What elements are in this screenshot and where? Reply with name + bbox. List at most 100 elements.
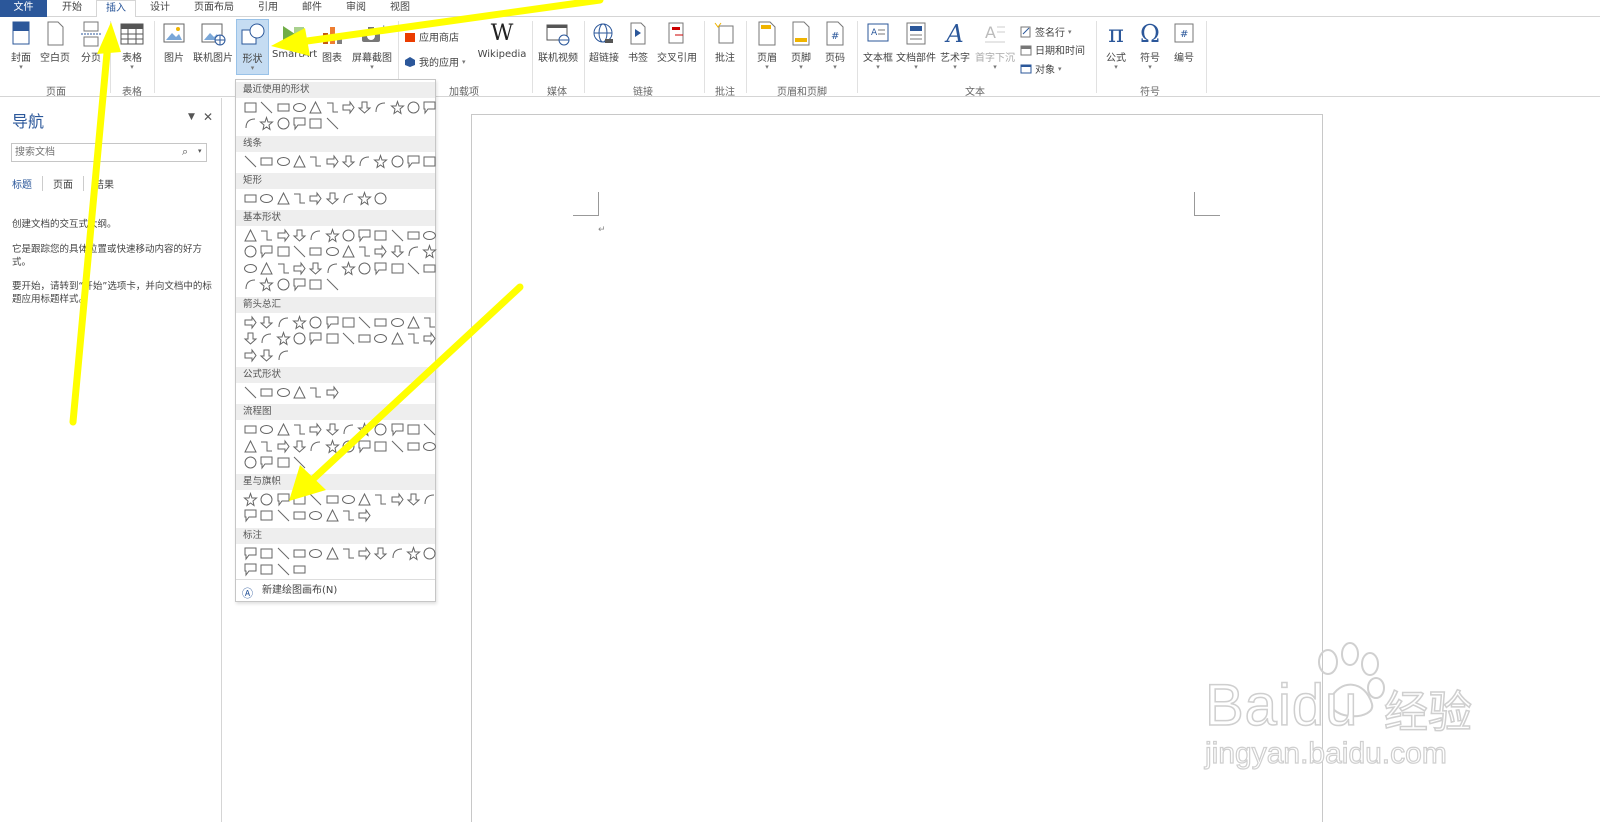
shape-thumbnail[interactable]: [341, 508, 356, 523]
footer-button[interactable]: 页脚 ▾: [786, 21, 816, 71]
shape-thumbnail[interactable]: [325, 385, 340, 400]
shape-thumbnail[interactable]: [243, 455, 258, 470]
page-break-button[interactable]: 分页: [76, 21, 106, 64]
shape-thumbnail[interactable]: [406, 331, 421, 346]
shape-thumbnail[interactable]: [276, 191, 291, 206]
shape-thumbnail[interactable]: [357, 261, 372, 276]
shape-thumbnail[interactable]: [406, 315, 421, 330]
shape-thumbnail[interactable]: [276, 261, 291, 276]
shape-thumbnail[interactable]: [341, 331, 356, 346]
shape-thumbnail[interactable]: [308, 100, 323, 115]
cross-reference-button[interactable]: 交叉引用: [654, 21, 700, 64]
tab-mailings[interactable]: 邮件: [292, 0, 332, 17]
shape-thumbnail[interactable]: [259, 191, 274, 206]
shape-thumbnail[interactable]: [259, 315, 274, 330]
shape-thumbnail[interactable]: [325, 261, 340, 276]
shape-thumbnail[interactable]: [341, 228, 356, 243]
shape-thumbnail[interactable]: [325, 546, 340, 561]
shape-thumbnail[interactable]: [325, 116, 340, 131]
nav-tab-headings[interactable]: 标题: [12, 176, 43, 191]
shape-thumbnail[interactable]: [406, 546, 421, 561]
shape-thumbnail[interactable]: [259, 385, 274, 400]
shape-thumbnail[interactable]: [422, 492, 437, 507]
shape-thumbnail[interactable]: [243, 331, 258, 346]
shape-thumbnail[interactable]: [308, 422, 323, 437]
shape-thumbnail[interactable]: [292, 492, 307, 507]
shape-thumbnail[interactable]: [390, 492, 405, 507]
table-button[interactable]: 表格 ▾: [116, 21, 148, 71]
shape-thumbnail[interactable]: [357, 154, 372, 169]
equation-button[interactable]: π 公式 ▾: [1100, 21, 1132, 71]
shape-thumbnail[interactable]: [373, 422, 388, 437]
dropcap-button[interactable]: A 首字下沉 ▾: [974, 21, 1016, 71]
shape-thumbnail[interactable]: [422, 439, 437, 454]
shape-thumbnail[interactable]: [357, 244, 372, 259]
shape-thumbnail[interactable]: [357, 492, 372, 507]
shape-thumbnail[interactable]: [373, 191, 388, 206]
search-dropdown-icon[interactable]: ▾: [198, 147, 202, 155]
pictures-button[interactable]: 图片: [160, 21, 188, 64]
shape-thumbnail[interactable]: [292, 562, 307, 577]
shape-thumbnail[interactable]: [243, 508, 258, 523]
shape-thumbnail[interactable]: [308, 261, 323, 276]
shape-thumbnail[interactable]: [308, 228, 323, 243]
shape-thumbnail[interactable]: [341, 492, 356, 507]
shape-thumbnail[interactable]: [243, 277, 258, 292]
shape-thumbnail[interactable]: [292, 100, 307, 115]
shape-thumbnail[interactable]: [243, 191, 258, 206]
new-drawing-canvas-item[interactable]: Ⓐ 新建绘图画布(N): [236, 579, 435, 601]
bookmark-button[interactable]: 书签: [624, 21, 652, 64]
nav-tab-pages[interactable]: 页面: [53, 176, 84, 191]
shape-thumbnail[interactable]: [406, 100, 421, 115]
shape-thumbnail[interactable]: [390, 315, 405, 330]
shape-thumbnail[interactable]: [308, 508, 323, 523]
shape-thumbnail[interactable]: [325, 277, 340, 292]
shape-thumbnail[interactable]: [406, 154, 421, 169]
tab-file[interactable]: 文件: [0, 0, 47, 17]
shape-thumbnail[interactable]: [325, 154, 340, 169]
shape-thumbnail[interactable]: [292, 116, 307, 131]
shape-thumbnail[interactable]: [406, 244, 421, 259]
tab-layout[interactable]: 页面布局: [186, 0, 242, 17]
wikipedia-button[interactable]: W Wikipedia: [476, 21, 528, 60]
shape-thumbnail[interactable]: [276, 385, 291, 400]
tab-insert[interactable]: 插入: [96, 0, 136, 18]
cover-page-button[interactable]: 封面 ▾: [6, 21, 36, 71]
shape-thumbnail[interactable]: [373, 244, 388, 259]
shape-thumbnail[interactable]: [259, 261, 274, 276]
shape-thumbnail[interactable]: [325, 422, 340, 437]
shape-thumbnail[interactable]: [308, 385, 323, 400]
shape-thumbnail[interactable]: [308, 116, 323, 131]
shape-thumbnail[interactable]: [325, 100, 340, 115]
shape-thumbnail[interactable]: [341, 315, 356, 330]
shape-thumbnail[interactable]: [276, 244, 291, 259]
shape-thumbnail[interactable]: [259, 100, 274, 115]
shape-thumbnail[interactable]: [357, 228, 372, 243]
online-pictures-button[interactable]: 联机图片: [192, 21, 234, 64]
shape-thumbnail[interactable]: [390, 261, 405, 276]
shape-thumbnail[interactable]: [292, 455, 307, 470]
shape-thumbnail[interactable]: [292, 154, 307, 169]
shape-thumbnail[interactable]: [341, 191, 356, 206]
shape-thumbnail[interactable]: [259, 348, 274, 363]
wordart-button[interactable]: A 艺术字 ▾: [938, 21, 972, 71]
tab-review[interactable]: 审阅: [336, 0, 376, 17]
shape-thumbnail[interactable]: [243, 100, 258, 115]
shape-thumbnail[interactable]: [292, 277, 307, 292]
shape-thumbnail[interactable]: [308, 331, 323, 346]
shape-thumbnail[interactable]: [357, 191, 372, 206]
shape-thumbnail[interactable]: [243, 422, 258, 437]
shape-thumbnail[interactable]: [243, 562, 258, 577]
shape-thumbnail[interactable]: [390, 244, 405, 259]
shape-thumbnail[interactable]: [422, 422, 437, 437]
shape-thumbnail[interactable]: [259, 154, 274, 169]
shape-thumbnail[interactable]: [422, 244, 438, 259]
shape-thumbnail[interactable]: [406, 228, 421, 243]
shape-thumbnail[interactable]: [406, 439, 421, 454]
shape-thumbnail[interactable]: [390, 546, 405, 561]
shape-thumbnail[interactable]: [276, 439, 291, 454]
shape-thumbnail[interactable]: [308, 244, 323, 259]
nav-close-icon[interactable]: ✕: [203, 110, 213, 124]
shape-thumbnail[interactable]: [259, 228, 274, 243]
shape-thumbnail[interactable]: [325, 331, 340, 346]
